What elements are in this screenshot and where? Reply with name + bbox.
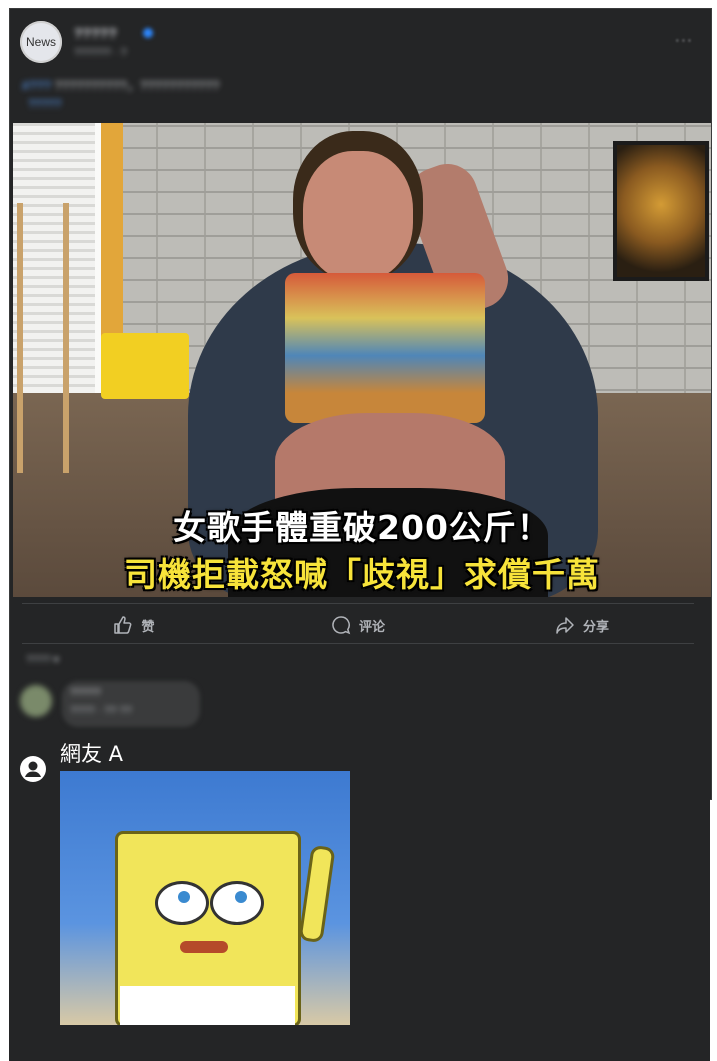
photo-headline-line2: 司機拒載怒喊「歧視」求償千萬 — [124, 555, 600, 594]
caption-hashtag[interactable]: #??? — [22, 78, 51, 93]
comment-button[interactable]: 评论 — [246, 607, 470, 643]
like-label: 赞 — [141, 619, 155, 635]
divider — [22, 603, 694, 604]
page-avatar[interactable]: News — [20, 21, 62, 63]
caption-text: ??????????，??????????? — [54, 78, 220, 93]
comment-bubble-icon — [332, 616, 351, 635]
verified-badge-icon — [143, 28, 153, 38]
caption-link[interactable]: ????? — [28, 97, 61, 111]
divider — [22, 643, 694, 644]
spongebob-left-pupil — [178, 891, 190, 903]
spongebob-right-eye — [210, 881, 264, 925]
spongebob-mouth — [180, 941, 228, 953]
comment-text: ???? · ?? ?? — [70, 705, 132, 717]
page-name[interactable]: ????? — [74, 25, 117, 41]
spongebob-raised-finger — [298, 844, 336, 944]
reply-user-name: 網友 A — [60, 742, 124, 766]
spongebob-meme-image[interactable] — [60, 771, 350, 1025]
reply-comment: 網友 A — [9, 730, 710, 1061]
spongebob-left-eye — [155, 881, 209, 925]
ladder — [17, 203, 69, 473]
like-button[interactable]: 赞 — [22, 607, 246, 643]
mop-bucket — [101, 333, 189, 399]
commenter-name[interactable]: ????? — [70, 687, 101, 699]
yellow-door-frame — [101, 123, 123, 343]
share-label: 分享 — [582, 619, 609, 635]
photo-headline-line1: 女歌手體重破200公斤！ — [173, 508, 551, 547]
post-caption: #??? ??????????，??????????? — [22, 75, 219, 94]
person-crop-top — [285, 273, 485, 423]
thumbs-up-icon — [114, 616, 132, 634]
person-head — [303, 151, 413, 281]
spongebob-right-pupil — [235, 891, 247, 903]
post-timestamp[interactable]: ?????? · ? — [74, 47, 127, 59]
post-photo[interactable]: 女歌手體重破200公斤！ 司機拒載怒喊「歧視」求償千萬 — [13, 123, 711, 597]
spongebob-shirt — [120, 986, 295, 1025]
share-arrow-icon — [556, 617, 574, 634]
lion-painting — [613, 141, 709, 281]
comment-sort-dropdown[interactable]: ???? ▾ — [26, 653, 59, 666]
share-button[interactable]: 分享 — [470, 607, 694, 643]
more-options-icon[interactable]: ··· — [675, 31, 693, 50]
post-action-bar: 赞 评论 分享 — [22, 607, 694, 643]
comment-label: 评论 — [358, 619, 385, 635]
user-avatar-icon — [20, 756, 46, 782]
news-post-card: News ????? ?????? · ? ··· #??? ?????????… — [9, 8, 712, 800]
commenter-avatar[interactable] — [20, 685, 52, 717]
